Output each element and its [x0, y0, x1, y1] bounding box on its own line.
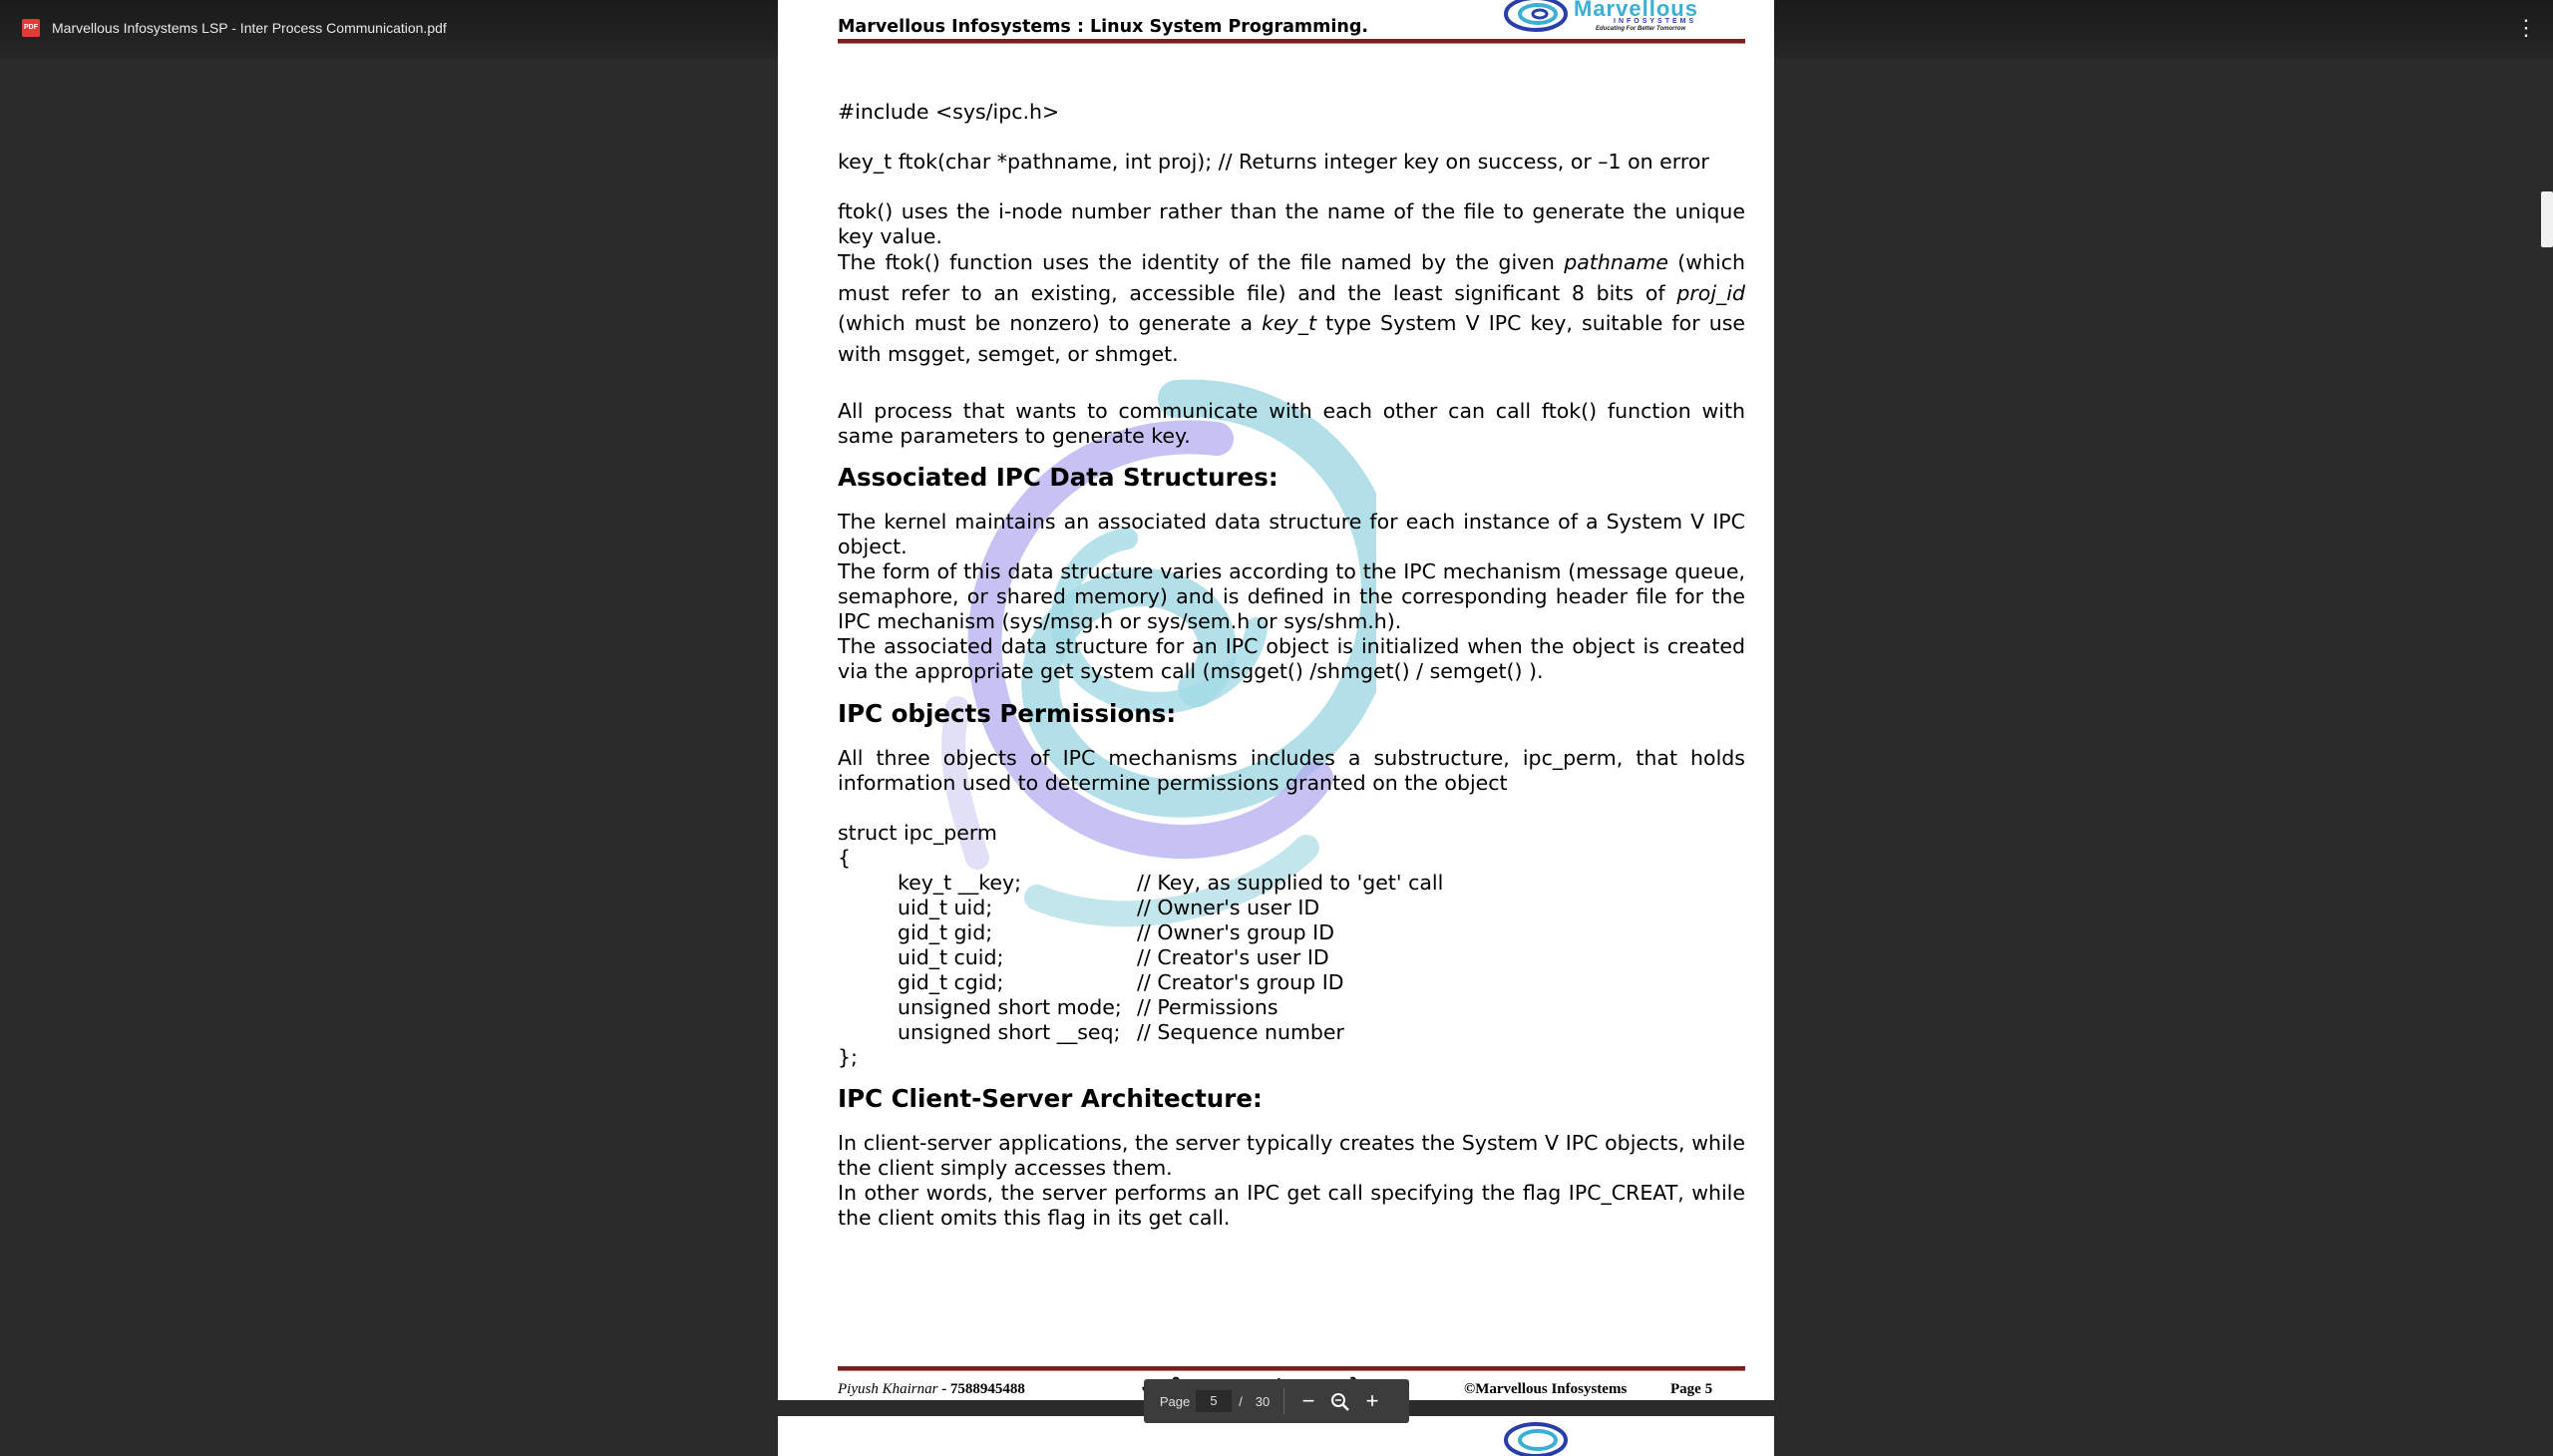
include-line: #include <sys/ipc.h>: [838, 100, 1060, 124]
page-navigation-bar: Page 5 / 30 − +: [1144, 1379, 1409, 1423]
logo-tagline: Educating For Better Tomorrow: [1596, 26, 1686, 32]
footer-page: Page 5: [1670, 1381, 1713, 1397]
footer-author: Piyush Khairnar - 7588945488: [838, 1381, 1025, 1397]
paragraph: In client-server applications, the serve…: [838, 1131, 1745, 1180]
struct-open: struct ipc_perm: [838, 821, 997, 845]
struct-field-row: unsigned short mode;// Permissions: [898, 995, 1278, 1019]
struct-field-row: gid_t gid;// Owner's group ID: [898, 920, 1334, 944]
pdf-page: Marvellous Infosystems : Linux System Pr…: [778, 0, 1774, 1400]
file-title: Marvellous Infosystems LSP - Inter Proce…: [52, 20, 447, 36]
page-number-input[interactable]: 5: [1196, 1390, 1232, 1412]
zoom-fit-button[interactable]: [1324, 1385, 1356, 1417]
marvellous-logo: Marvellous INFOSYSTEMS Educating For Bet…: [1496, 0, 1745, 38]
page-separator: /: [1239, 1393, 1243, 1409]
logo-swirl-icon: [1504, 1422, 1568, 1456]
footer-rule: [838, 1366, 1745, 1371]
paragraph: All three objects of IPC mechanisms incl…: [838, 746, 1745, 795]
paragraph: The ftok() function uses the identity of…: [838, 250, 1746, 366]
page-content: #include <sys/ipc.h> key_t ftok(char *pa…: [838, 100, 1745, 1231]
paragraph: The form of this data structure varies a…: [838, 559, 1745, 633]
more-vert-icon[interactable]: ⋮: [2515, 14, 2537, 42]
section-heading: IPC Client-Server Architecture:: [838, 1084, 1263, 1113]
scrollbar-track[interactable]: [2539, 58, 2553, 1436]
page-total: 30: [1255, 1393, 1271, 1409]
header-rule: [838, 39, 1745, 44]
pdf-file-icon: PDF: [22, 19, 40, 37]
struct-field-row: gid_t cgid;// Creator's group ID: [898, 970, 1344, 994]
section-heading: IPC objects Permissions:: [838, 699, 1177, 728]
paragraph: The associated data structure for an IPC…: [838, 634, 1745, 683]
page-label: Page: [1159, 1393, 1191, 1409]
brace-open: {: [838, 846, 852, 870]
page-header-title: Marvellous Infosystems : Linux System Pr…: [838, 17, 1369, 37]
brace-close: };: [838, 1045, 858, 1069]
paragraph: All process that wants to communicate wi…: [838, 399, 1745, 448]
struct-fields: key_t __key;// Key, as supplied to 'get'…: [838, 871, 1745, 1045]
struct-field-row: uid_t cuid;// Creator's user ID: [898, 945, 1329, 969]
struct-field-row: unsigned short __seq;// Sequence number: [898, 1020, 1344, 1044]
struct-field-row: key_t __key;// Key, as supplied to 'get'…: [898, 871, 1444, 895]
paragraph: The kernel maintains an associated data …: [838, 510, 1745, 558]
zoom-magnifier-icon: [1331, 1393, 1349, 1412]
zoom-out-button[interactable]: −: [1292, 1385, 1324, 1417]
ftok-prototype: key_t ftok(char *pathname, int proj); //…: [838, 150, 1709, 174]
paragraph: In other words, the server performs an I…: [838, 1181, 1745, 1230]
struct-field-row: uid_t uid;// Owner's user ID: [898, 896, 1320, 919]
divider: [1283, 1388, 1284, 1414]
scrollbar-thumb[interactable]: [2541, 191, 2553, 247]
logo-sub: INFOSYSTEMS: [1614, 18, 1697, 25]
footer-copyright: ©Marvellous Infosystems: [1464, 1381, 1628, 1397]
zoom-in-button[interactable]: +: [1356, 1385, 1388, 1417]
paragraph: ftok() uses the i-node number rather tha…: [838, 199, 1745, 248]
section-heading: Associated IPC Data Structures:: [838, 463, 1278, 492]
